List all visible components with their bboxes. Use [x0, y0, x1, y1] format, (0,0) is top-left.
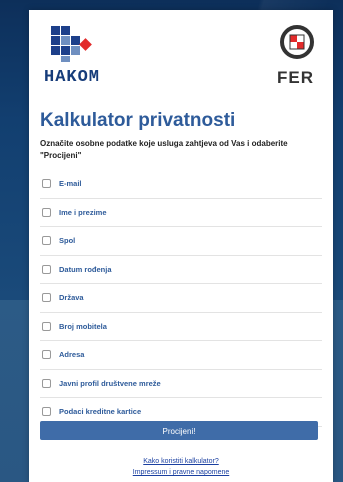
option-social-profile[interactable]: Javni profil društvene mreže — [40, 370, 322, 398]
option-gender[interactable]: Spol — [40, 227, 322, 256]
option-birthdate[interactable]: Datum rođenja — [40, 256, 322, 284]
checkbox[interactable] — [42, 293, 51, 303]
checkbox[interactable] — [42, 321, 51, 331]
option-address[interactable]: Adresa — [40, 341, 322, 370]
checkbox[interactable] — [42, 236, 51, 246]
checkbox[interactable] — [42, 378, 51, 388]
option-mobile[interactable]: Broj mobitela — [40, 313, 322, 341]
option-label: Adresa — [59, 350, 85, 360]
checkbox[interactable] — [42, 207, 51, 217]
assess-button[interactable]: Procijeni! — [40, 421, 318, 440]
option-name[interactable]: Ime i prezime — [40, 199, 322, 227]
option-label: Broj mobitela — [59, 321, 107, 331]
checkbox[interactable] — [42, 264, 51, 274]
option-email[interactable]: E-mail — [40, 170, 322, 199]
option-label: E-mail — [59, 179, 82, 189]
option-country[interactable]: Država — [40, 284, 322, 313]
help-link[interactable]: Kako koristiti kalkulator? — [29, 458, 333, 465]
hakom-logo-text: HAKOM — [44, 68, 101, 87]
option-label: Javni profil društvene mreže — [59, 378, 161, 388]
checkbox[interactable] — [42, 179, 51, 189]
option-label: Država — [59, 293, 84, 303]
option-label: Podaci kreditne kartice — [59, 407, 142, 417]
checkbox[interactable] — [42, 407, 51, 417]
option-label: Datum rođenja — [59, 264, 112, 274]
option-label: Spol — [59, 236, 76, 246]
checkbox[interactable] — [42, 350, 51, 360]
options-list: E-mail Ime i prezime Spol Datum rođenja … — [40, 170, 322, 427]
page-title: Kalkulator privatnosti — [40, 110, 236, 131]
calculator-card: HAKOM FER Kalkulator privatnosti Označit… — [29, 10, 333, 482]
logo-bar: HAKOM FER — [29, 10, 333, 100]
hakom-logo-icon — [51, 26, 92, 62]
instructions-text: Označite osobne podatke koje usluga zaht… — [40, 139, 288, 160]
fer-logo-icon — [280, 25, 314, 59]
legal-link[interactable]: Impressum i pravne napomene — [29, 469, 333, 476]
option-label: Ime i prezime — [59, 207, 107, 217]
fer-logo-text: FER — [277, 68, 314, 87]
